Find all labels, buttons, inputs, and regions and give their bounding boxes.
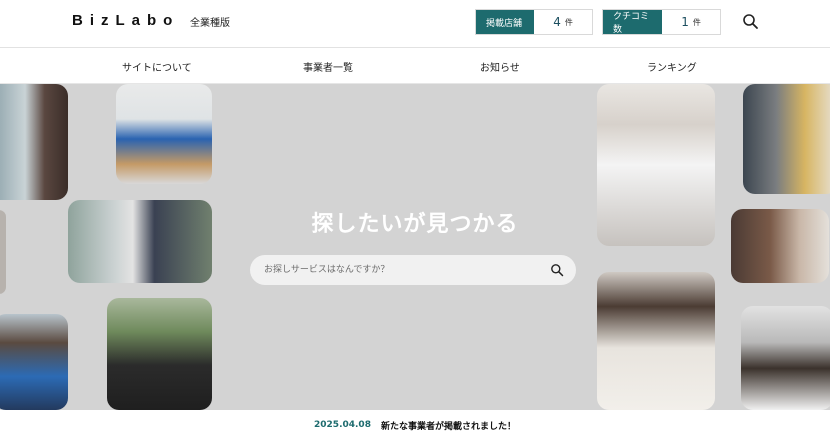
reviews-label: クチコミ数 xyxy=(603,10,663,35)
listed-stores-value: 4 件 xyxy=(534,10,592,34)
photo-driver-man xyxy=(0,314,68,410)
hero-section: 探したいが見つかる xyxy=(0,84,830,410)
nav-item-news[interactable]: お知らせ xyxy=(480,59,520,74)
reviews-count: 1 xyxy=(681,15,689,29)
news-link[interactable]: 新たな事業者が掲載されました！ xyxy=(381,419,516,432)
photo-laundry-woman xyxy=(741,306,830,410)
photo-window-woman xyxy=(0,84,68,200)
listed-stores-label: 掲載店舗 xyxy=(476,10,535,34)
nav-item-ranking[interactable]: ランキング xyxy=(647,59,697,74)
main-nav: サイトについて 事業者一覧 お知らせ ランキング xyxy=(0,49,830,84)
listed-stores-unit: 件 xyxy=(564,17,573,27)
hero-search-box xyxy=(250,255,576,285)
reviews-unit: 件 xyxy=(692,17,701,27)
photo-photographer xyxy=(107,298,212,410)
listed-stores-count: 4 xyxy=(553,15,561,29)
reviews-stat: クチコミ数 1 件 xyxy=(602,9,721,35)
search-icon xyxy=(743,14,758,29)
hero-search-input[interactable] xyxy=(264,260,534,280)
hero-title: 探したいが見つかる xyxy=(311,212,519,237)
search-icon[interactable] xyxy=(550,263,564,277)
reviews-value: 1 件 xyxy=(662,10,720,34)
news-date: 2025.04.08 xyxy=(314,420,371,430)
photo-office-woman xyxy=(743,84,830,194)
photo-nail-salon xyxy=(597,272,715,410)
listed-stores-stat: 掲載店舗 4 件 xyxy=(475,9,593,35)
edition-label: 全業種版 xyxy=(190,18,230,29)
site-header: BizLabo 全業種版 掲載店舗 4 件 クチコミ数 1 件 xyxy=(0,0,830,48)
photo-delivery-worker xyxy=(116,84,212,184)
nav-item-about[interactable]: サイトについて xyxy=(122,59,192,74)
news-ticker: 2025.04.08 新たな事業者が掲載されました！ xyxy=(0,410,830,440)
site-logo[interactable]: BizLabo xyxy=(72,12,179,29)
nav-item-businesses[interactable]: 事業者一覧 xyxy=(303,59,353,74)
header-search-button[interactable] xyxy=(741,12,761,32)
